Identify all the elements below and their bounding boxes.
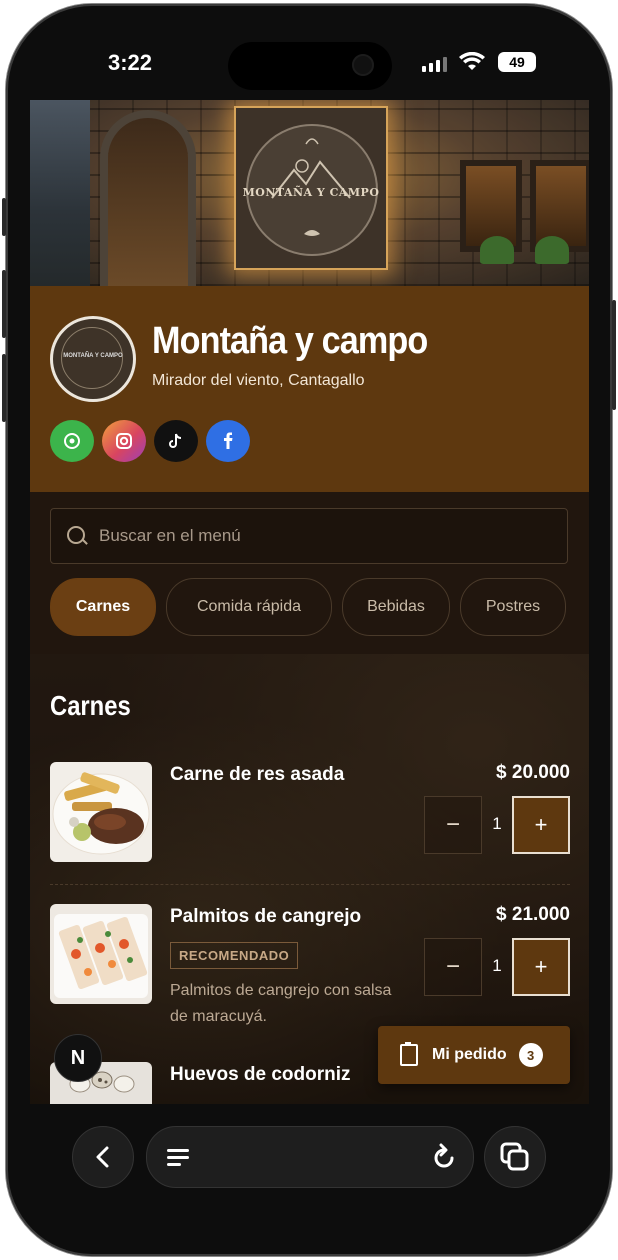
stone-arch	[108, 118, 188, 286]
hero-image: MONTAÑA Y CAMPO	[30, 100, 589, 286]
signal-icon	[422, 56, 447, 72]
whatsapp-icon[interactable]	[50, 420, 94, 462]
mountain-backdrop	[30, 100, 90, 286]
item-description: Palmitos de cangrejo con salsa de maracu…	[170, 982, 392, 1025]
volume-up-button	[2, 270, 6, 338]
quantity-value: 1	[492, 956, 502, 975]
item-name: Palmitos de cangrejo	[170, 906, 362, 927]
plant-decor	[480, 236, 514, 264]
increase-button[interactable]: +	[512, 796, 570, 854]
search-icon	[67, 526, 85, 544]
quantity-stepper: − 1 +	[424, 938, 570, 996]
tiktok-icon[interactable]	[154, 420, 198, 462]
sign-text: MONTAÑA Y CAMPO	[242, 186, 380, 199]
my-order-button[interactable]: Mi pedido 3	[378, 1026, 570, 1084]
restaurant-name: Montaña y campo	[152, 320, 428, 362]
chevron-left-icon	[96, 1146, 109, 1168]
social-links	[50, 420, 250, 462]
silent-switch	[2, 198, 6, 236]
tab-comida-rapida[interactable]: Comida rápida	[166, 578, 332, 636]
order-count-badge: 3	[518, 1043, 543, 1067]
status-time: 3:22	[108, 50, 153, 75]
section-title: Carnes	[50, 690, 131, 721]
menu-item: Carne de res asada $ 20.000 − 1 +	[50, 762, 570, 872]
quantity-stepper: − 1 +	[424, 796, 570, 854]
tabs-button[interactable]	[484, 1126, 546, 1188]
item-price: $ 20.000	[496, 762, 570, 783]
menu-controls: Carnes Comida rápida Bebidas Postres	[30, 492, 589, 654]
my-order-label: Mi pedido	[432, 1046, 507, 1063]
menu-list: Carnes Carne de res asada $ 20.000 − 1 +…	[30, 654, 589, 1104]
tabs-icon	[500, 1142, 529, 1171]
item-price: $ 21.000	[496, 904, 570, 925]
battery-indicator: 49	[498, 52, 536, 72]
decrease-button[interactable]: −	[424, 796, 482, 854]
increase-button[interactable]: +	[512, 938, 570, 996]
dish-photo	[50, 904, 152, 1004]
reload-icon[interactable]	[431, 1143, 457, 1171]
facebook-icon[interactable]	[206, 420, 250, 462]
volume-down-button	[2, 354, 6, 422]
search-box	[50, 508, 568, 564]
menu-icon[interactable]	[167, 1147, 191, 1167]
recommended-badge: RECOMENDADO	[170, 942, 299, 969]
restaurant-location: Mirador del viento, Cantagallo	[152, 372, 365, 389]
menu-item: Palmitos de cangrejo $ 21.000 RECOMENDAD…	[50, 904, 570, 1025]
app-screen: MONTAÑA Y CAMPO MONTAÑA Y CAMPO Montaña …	[30, 100, 589, 1104]
tab-bebidas[interactable]: Bebidas	[342, 578, 450, 636]
dish-photo	[50, 762, 152, 862]
restaurant-header: MONTAÑA Y CAMPO Montaña y campo Mirador …	[30, 286, 589, 492]
restaurant-sign-logo: MONTAÑA Y CAMPO	[234, 106, 388, 270]
search-input[interactable]	[97, 519, 541, 553]
tab-carnes[interactable]: Carnes	[50, 578, 156, 636]
back-button[interactable]	[72, 1126, 134, 1188]
tab-postres[interactable]: Postres	[460, 578, 566, 636]
n-floating-button[interactable]: N	[54, 1034, 102, 1082]
plant-decor	[535, 236, 569, 264]
category-tabs: Carnes Comida rápida Bebidas Postres	[50, 578, 566, 636]
power-button	[612, 300, 616, 410]
address-bar[interactable]	[146, 1126, 474, 1188]
avatar-logo-text: MONTAÑA Y CAMPO	[63, 353, 123, 359]
item-name: Carne de res asada	[170, 764, 345, 785]
item-name: Huevos de codorniz	[170, 1064, 351, 1085]
item-divider	[50, 884, 570, 885]
browser-toolbar	[30, 1104, 589, 1214]
clipboard-icon	[400, 1042, 418, 1066]
decrease-button[interactable]: −	[424, 938, 482, 996]
quantity-value: 1	[492, 814, 502, 833]
instagram-icon[interactable]	[102, 420, 146, 462]
status-bar: 3:22 49	[0, 44, 618, 84]
restaurant-avatar: MONTAÑA Y CAMPO	[50, 316, 136, 402]
wifi-icon	[459, 52, 485, 70]
